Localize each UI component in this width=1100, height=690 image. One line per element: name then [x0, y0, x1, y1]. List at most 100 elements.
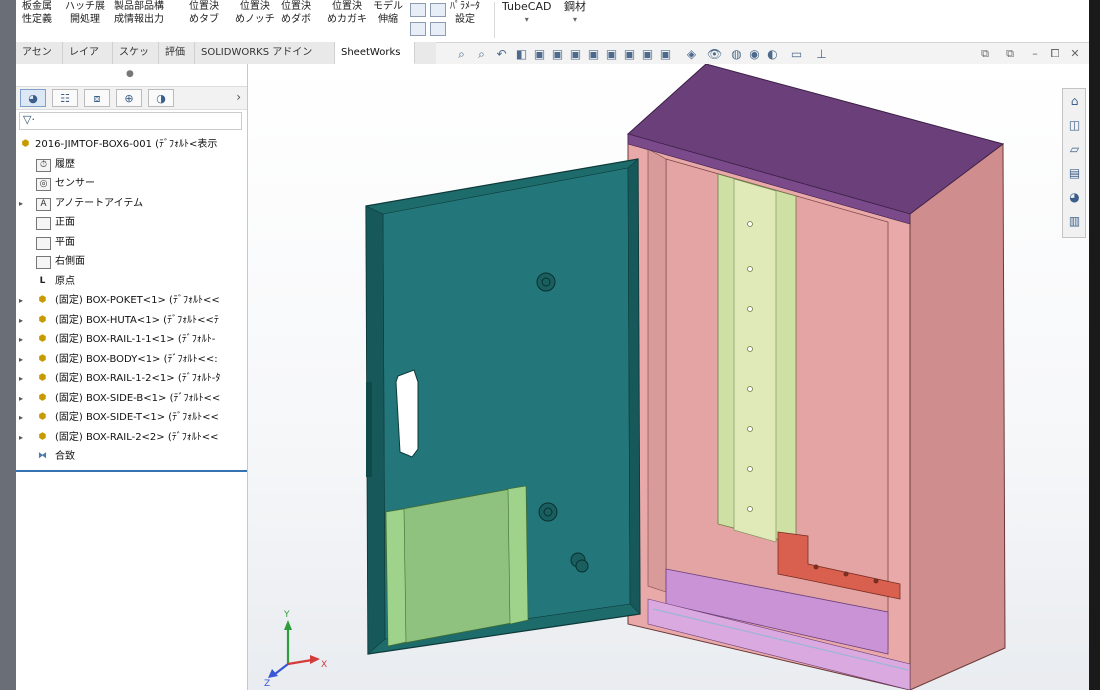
feature-tree-tab-icon[interactable]: ◕ [20, 89, 46, 107]
previous-view-icon[interactable]: ↶ [495, 48, 508, 61]
position-notch-button[interactable]: 位置決 めノッチ [235, 0, 275, 38]
property-manager-tab-icon[interactable]: ☷ [52, 89, 78, 107]
tree-item-sensors[interactable]: ◎ センサー [16, 174, 247, 194]
tree-item-box-rail-1-1[interactable]: ▸ ⬢ (固定) BOX-RAIL-1-1<1> (ﾃﾞﾌｫﾙﾄ- [16, 330, 247, 350]
chevron-right-icon[interactable]: ▸ [19, 330, 27, 350]
zoom-to-fit-icon[interactable]: ⌕ [455, 48, 468, 61]
position-scribe-button[interactable]: 位置決 めカガキ [327, 0, 367, 38]
tree-item-box-rail-1-2[interactable]: ▸ ⬢ (固定) BOX-RAIL-1-2<1> (ﾃﾞﾌｫﾙﾄ-ﾀ [16, 369, 247, 389]
tree-root[interactable]: ⬢ 2016-JIMTOF-BOX6-001 (ﾃﾞﾌｫﾙﾄ<表示 [16, 135, 247, 155]
cabinet-inner-wall [647, 148, 667, 593]
chevron-right-icon[interactable]: › [236, 90, 241, 104]
heads-up-view-toolbar: ⌕ ⌕ ↶ ◧ ▣ ▣ ▣ ▣ ▣ ▣ ▣ ▣ ◈ 👁 ◍ ◉ ◐ ▭ ⊥ [455, 45, 885, 65]
minimize-icon[interactable]: – [1028, 47, 1042, 61]
view-cube-icon[interactable]: ▣ [551, 48, 564, 61]
parameter-settings-button[interactable]: ﾊﾟﾗﾒｰﾀ 設定 [450, 0, 480, 38]
origin-icon: L [39, 275, 46, 286]
tree-item-right-plane[interactable]: 右側面 [16, 252, 247, 272]
tree-item-annotations[interactable]: ▸ A アノテートアイテム [16, 194, 247, 214]
restore-icon[interactable]: ⧠ [1048, 47, 1062, 61]
tree-item-box-side-b[interactable]: ▸ ⬢ (固定) BOX-SIDE-B<1> (ﾃﾞﾌｫﾙﾄ<< [16, 389, 247, 409]
chevron-right-icon[interactable]: ▸ [19, 291, 27, 311]
appearance-icon[interactable]: ◍ [730, 48, 743, 61]
door-edge [627, 158, 641, 615]
view-cube-icon[interactable]: ▣ [533, 48, 546, 61]
part-icon: ⬢ [38, 353, 47, 364]
position-dowel-button[interactable]: 位置決 めダボ [281, 0, 311, 38]
display-monitor-icon[interactable]: ▭ [790, 48, 803, 61]
tree-item-top-plane[interactable]: 平面 [16, 233, 247, 253]
tab-assembly[interactable]: アセンブリ [16, 42, 63, 80]
chevron-right-icon[interactable]: ▸ [19, 408, 27, 428]
pin-icon[interactable]: ⊥ [815, 48, 828, 61]
view-cube-icon[interactable]: ▣ [605, 48, 618, 61]
tree-filter-input[interactable]: ▽· [19, 112, 242, 130]
chevron-right-icon[interactable]: ▸ [19, 194, 27, 214]
tree-item-box-rail-2[interactable]: ▸ ⬢ (固定) BOX-RAIL-2<2> (ﾃﾞﾌｫﾙﾄ<< [16, 428, 247, 448]
sheet-metal-property-button[interactable]: 板金属 性定義 [22, 0, 52, 38]
tab-layout[interactable]: レイアウト [63, 42, 113, 80]
tree-item-box-poket[interactable]: ▸ ⬢ (固定) BOX-POKET<1> (ﾃﾞﾌｫﾙﾄ<< [16, 291, 247, 311]
steel-button[interactable]: 鋼材 ▾ [564, 0, 586, 38]
chevron-right-icon[interactable]: ▸ [19, 369, 27, 389]
home-icon[interactable]: ⌂ [1066, 93, 1083, 110]
tab-sheetworks[interactable]: SheetWorks [335, 42, 415, 64]
appearances-icon[interactable]: ◕ [1066, 189, 1083, 206]
ribbon-separator [494, 2, 495, 38]
design-library-icon[interactable]: ◫ [1066, 117, 1083, 134]
rail-face [733, 178, 777, 543]
chevron-right-icon[interactable]: ▸ [19, 428, 27, 448]
assembly-icon: ⬢ [21, 139, 30, 149]
zoom-to-area-icon[interactable]: ⌕ [475, 48, 488, 61]
chevron-right-icon[interactable]: ▸ [19, 389, 27, 409]
scene-icon[interactable]: ◉ [748, 48, 761, 61]
custom-properties-icon[interactable]: ▥ [1066, 213, 1083, 230]
feature-manager-tabs: ◕ ☷ ⧈ ⊕ ◑ › [16, 86, 247, 110]
hatch-unfold-button[interactable]: ハッチ展 開処理 [65, 0, 105, 38]
split-view-icon[interactable]: ⧉ [1003, 47, 1017, 61]
view-cube-icon[interactable]: ▣ [587, 48, 600, 61]
dimxpert-tab-icon[interactable]: ⊕ [116, 89, 142, 107]
tree-item-box-huta[interactable]: ▸ ⬢ (固定) BOX-HUTA<1> (ﾃﾞﾌｫﾙﾄ<<ﾃ [16, 311, 247, 331]
display-style-icon[interactable]: ◈ [685, 48, 698, 61]
hide-show-icon[interactable]: 👁 [707, 48, 722, 61]
display-manager-tab-icon[interactable]: ◑ [148, 89, 174, 107]
graphics-viewport[interactable]: Y X Z [248, 64, 1089, 690]
view-cube-icon[interactable]: ▣ [641, 48, 654, 61]
tab-sketch[interactable]: スケッチ [113, 42, 159, 80]
table-small-icon[interactable] [430, 22, 446, 36]
chevron-right-icon[interactable]: ▸ [19, 311, 27, 331]
tree-item-origin[interactable]: L 原点 [16, 272, 247, 292]
close-icon[interactable]: ✕ [1068, 47, 1082, 61]
position-tab-button[interactable]: 位置決 めタブ [189, 0, 219, 38]
chevron-right-icon[interactable]: ▸ [19, 350, 27, 370]
render-icon[interactable]: ◐ [766, 48, 779, 61]
tab-evaluate[interactable]: 評価 [159, 42, 195, 64]
bom-export-button[interactable]: 製品部品構 成情報出力 [114, 0, 164, 38]
tree-item-history[interactable]: ⏱ 履歴 [16, 155, 247, 175]
split-view-icon[interactable]: ⧉ [978, 47, 992, 61]
file-explorer-icon[interactable]: ▱ [1066, 141, 1083, 158]
cabinet-right-side [907, 143, 1006, 690]
tubecad-button[interactable]: TubeCAD ▾ [502, 0, 551, 38]
model-scale-button[interactable]: モデル 伸縮 [373, 0, 403, 38]
copy-small-icon[interactable] [410, 22, 426, 36]
section-view-icon[interactable]: ◧ [515, 48, 528, 61]
view-cube-icon[interactable]: ▣ [623, 48, 636, 61]
view-palette-icon[interactable]: ▤ [1066, 165, 1083, 182]
tree-item-mates[interactable]: ⧓ 合致 [16, 447, 247, 467]
rollback-bar[interactable] [16, 470, 247, 472]
configuration-tab-icon[interactable]: ⧈ [84, 89, 110, 107]
view-cube-icon[interactable]: ▣ [569, 48, 582, 61]
panel-grip-icon[interactable]: ● [126, 69, 134, 79]
part-icon: ⬢ [38, 334, 47, 344]
tree-item-box-body[interactable]: ▸ ⬢ (固定) BOX-BODY<1> (ﾃﾞﾌｫﾙﾄ<<: [16, 350, 247, 370]
document-window-controls: ⧉ ⧉ – ⧠ ✕ [978, 47, 1086, 63]
part-icon: ⬢ [38, 412, 47, 422]
tree-item-box-side-t[interactable]: ▸ ⬢ (固定) BOX-SIDE-T<1> (ﾃﾞﾌｫﾙﾄ<< [16, 408, 247, 428]
search-small-icon[interactable] [410, 3, 426, 17]
tree-item-front-plane[interactable]: 正面 [16, 213, 247, 233]
view-cube-icon[interactable]: ▣ [659, 48, 672, 61]
link-small-icon[interactable] [430, 3, 446, 17]
tab-solidworks-addins[interactable]: SOLIDWORKS アドイン [195, 42, 335, 64]
